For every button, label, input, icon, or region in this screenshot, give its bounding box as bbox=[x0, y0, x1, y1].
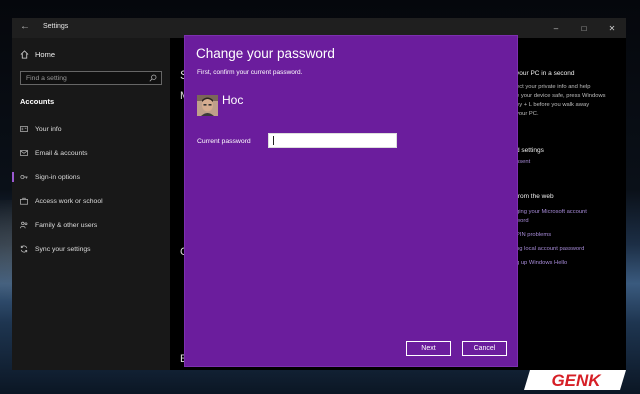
sidebar-item-email-accounts[interactable]: Email & accounts bbox=[20, 147, 88, 159]
sidebar-item-label: Sync your settings bbox=[35, 245, 91, 253]
search-icon[interactable] bbox=[149, 74, 157, 82]
watermark-text: GENK bbox=[551, 371, 602, 390]
sidebar-item-label: Your info bbox=[35, 125, 62, 133]
sidebar-item-your-info[interactable]: Your info bbox=[20, 123, 62, 135]
genk-watermark-logo: GENK bbox=[524, 370, 626, 390]
help-link[interactable]: g up Windows Hello bbox=[516, 260, 567, 266]
related-heading-settings: d settings bbox=[516, 147, 544, 154]
related-text-line: your PC. bbox=[516, 111, 539, 117]
close-icon[interactable]: ✕ bbox=[598, 18, 626, 38]
sidebar-item-work-school[interactable]: Access work or school bbox=[20, 195, 103, 207]
mail-icon bbox=[20, 150, 28, 156]
related-text-line: ey + L before you walk away bbox=[516, 102, 590, 108]
user-name: Hoc bbox=[222, 93, 244, 107]
sidebar-item-label: Family & other users bbox=[35, 221, 98, 229]
search-input[interactable]: Find a setting bbox=[20, 71, 162, 85]
home-label: Home bbox=[35, 50, 56, 59]
dialog-subtitle: First, confirm your current password. bbox=[197, 69, 303, 76]
help-link[interactable]: ng local account password bbox=[516, 246, 584, 252]
related-text-line: ect your private info and help bbox=[516, 84, 591, 90]
active-indicator bbox=[12, 172, 14, 182]
related-heading-help: from the web bbox=[516, 193, 554, 200]
sidebar-item-label: Email & accounts bbox=[35, 149, 88, 157]
related-link[interactable]: nsent bbox=[516, 159, 530, 165]
help-link[interactable]: ging your Microsoft account bbox=[516, 209, 587, 215]
sidebar-item-sign-in-options[interactable]: Sign-in options bbox=[20, 171, 80, 183]
section-title-accounts: Accounts bbox=[20, 97, 55, 106]
help-link[interactable]: PIN problems bbox=[516, 232, 551, 238]
window-title: Settings bbox=[43, 23, 69, 30]
related-heading-lock: your PC in a second bbox=[516, 70, 575, 77]
dialog-title: Change your password bbox=[196, 46, 335, 61]
text-cursor bbox=[273, 136, 274, 145]
home-icon bbox=[20, 50, 29, 59]
sync-icon bbox=[20, 245, 28, 253]
change-password-dialog: Change your password First, confirm your… bbox=[184, 35, 518, 367]
sidebar-item-label: Sign-in options bbox=[35, 173, 80, 181]
key-icon bbox=[20, 175, 28, 179]
sidebar-item-label: Access work or school bbox=[35, 197, 103, 205]
next-button[interactable]: Next bbox=[406, 341, 451, 356]
person-card-icon bbox=[20, 126, 28, 132]
sidebar-item-sync-settings[interactable]: Sync your settings bbox=[20, 243, 91, 255]
current-password-label: Current password bbox=[197, 138, 251, 145]
window-controls: – □ ✕ bbox=[542, 18, 626, 38]
back-arrow-icon[interactable]: ← bbox=[20, 21, 30, 32]
sidebar-item-family-users[interactable]: Family & other users bbox=[20, 219, 97, 231]
sidebar: Home Find a setting Accounts Your info E… bbox=[12, 38, 170, 370]
users-icon bbox=[20, 221, 28, 229]
home-link[interactable]: Home bbox=[20, 50, 55, 59]
maximize-icon[interactable]: □ bbox=[570, 18, 598, 38]
cancel-button[interactable]: Cancel bbox=[462, 341, 507, 356]
avatar bbox=[197, 95, 218, 116]
minimize-icon[interactable]: – bbox=[542, 18, 570, 38]
related-text-line: e your device safe, press Windows bbox=[516, 93, 606, 99]
current-password-input[interactable] bbox=[268, 133, 397, 148]
user-photo bbox=[197, 95, 218, 116]
briefcase-icon bbox=[20, 197, 28, 205]
search-placeholder: Find a setting bbox=[26, 75, 67, 82]
